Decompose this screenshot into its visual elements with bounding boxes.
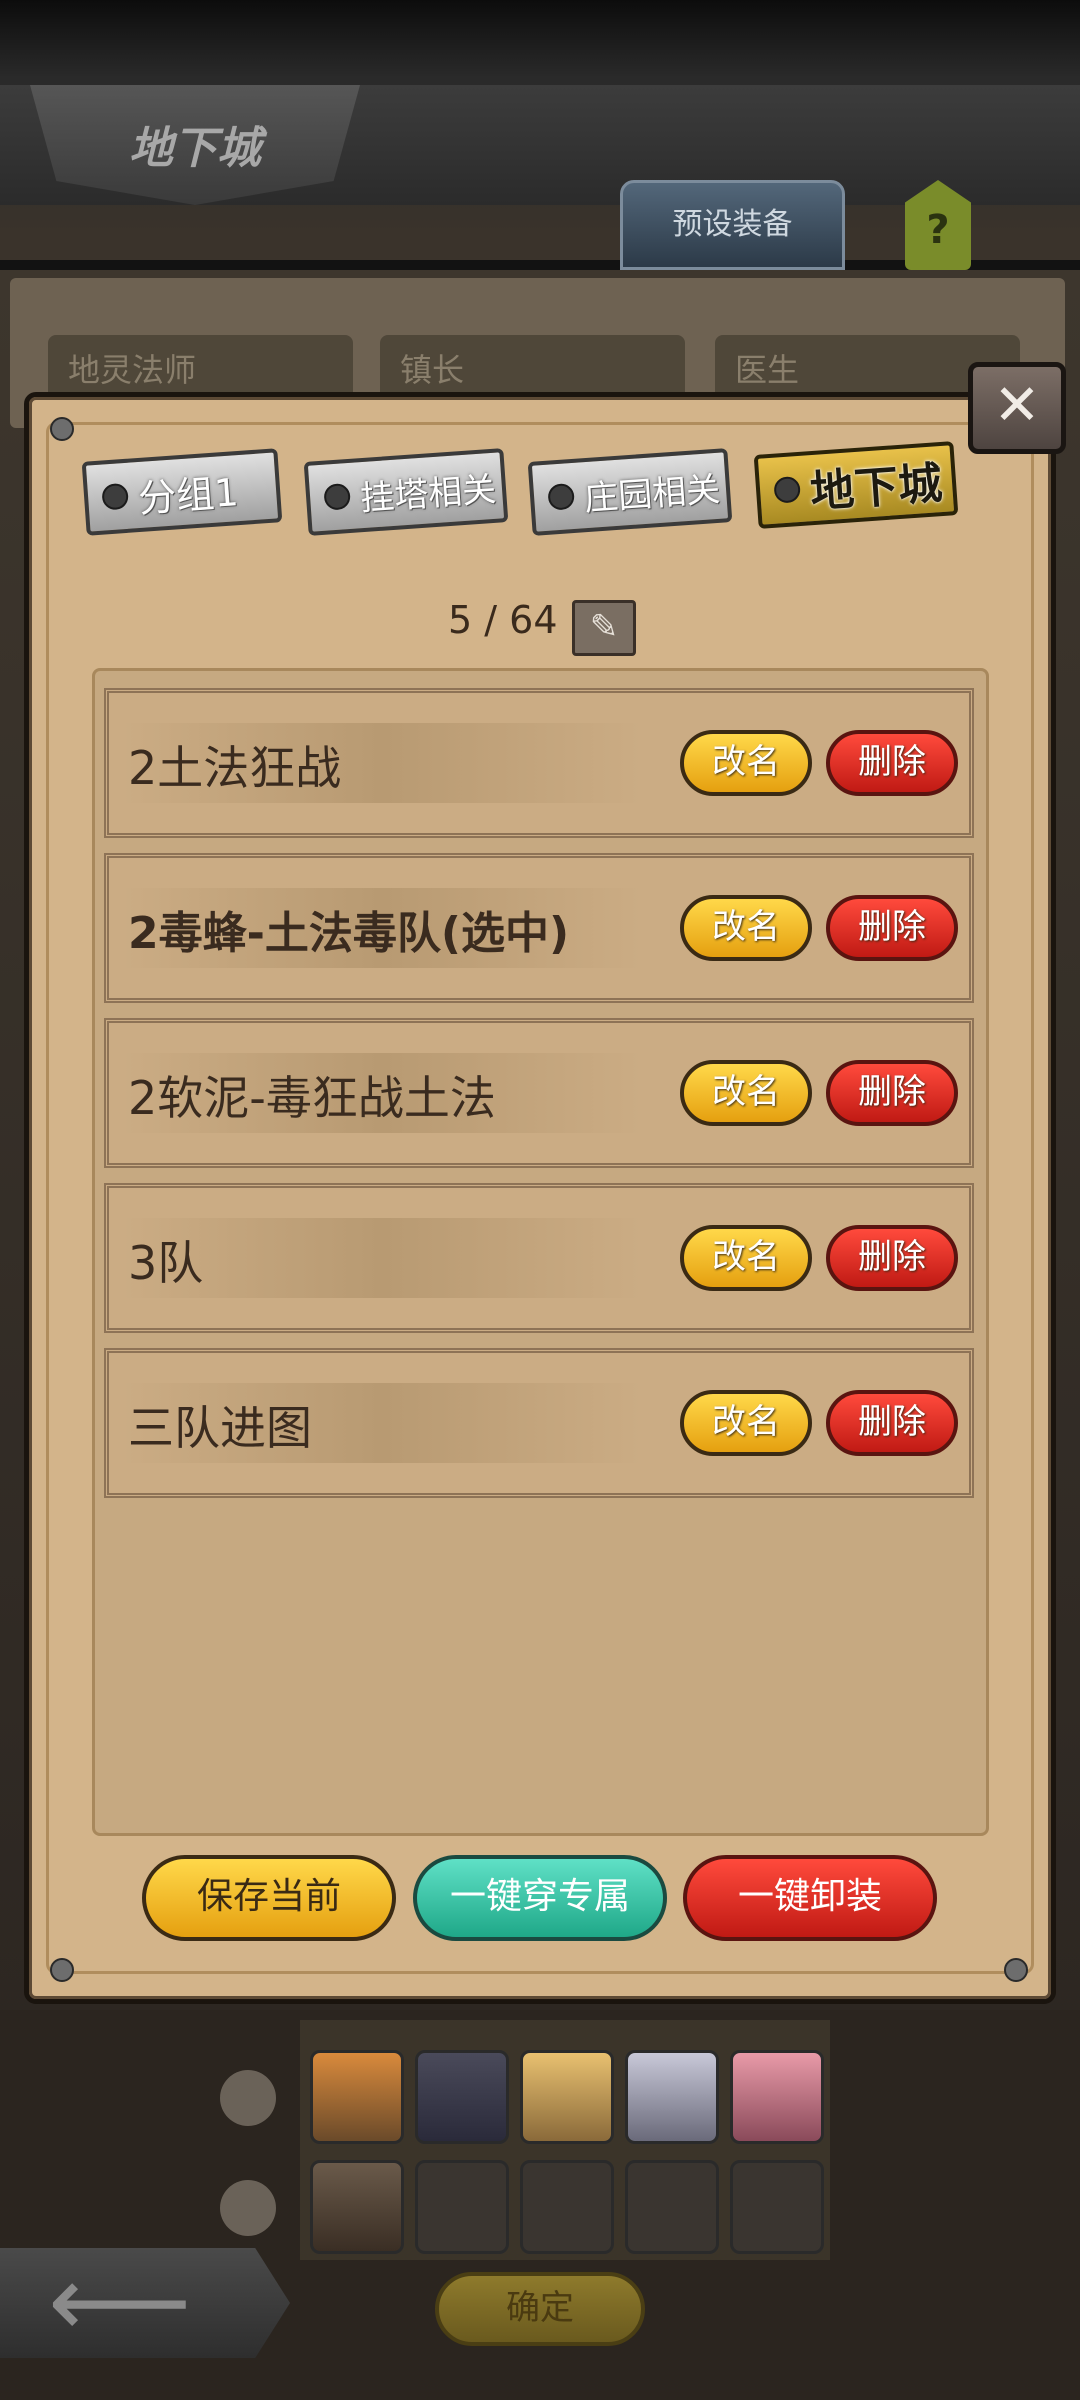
unequip-all-button[interactable]: 一键卸装 xyxy=(683,1855,937,1941)
tab-label: 地下城 xyxy=(808,458,944,519)
confirm-button[interactable]: 确定 xyxy=(435,2272,645,2346)
row-marker xyxy=(220,2070,276,2126)
tab-knob-icon xyxy=(101,482,130,511)
hero-portrait[interactable] xyxy=(730,2050,824,2144)
rename-button[interactable]: 改名 xyxy=(680,895,812,961)
rivet-decoration xyxy=(50,1958,74,1982)
tab-dungeon[interactable]: 地下城 xyxy=(753,441,959,529)
hero-portrait[interactable] xyxy=(310,2050,404,2144)
row-marker xyxy=(220,2180,276,2236)
tab-label: 分组1 xyxy=(136,469,240,521)
rename-button[interactable]: 改名 xyxy=(680,730,812,796)
tab-tower[interactable]: 挂塔相关 xyxy=(303,448,509,536)
back-arrow-icon: ⟵ xyxy=(48,2243,192,2360)
tab-group-1[interactable]: 分组1 xyxy=(81,448,283,536)
rename-button[interactable]: 改名 xyxy=(680,1225,812,1291)
hero-portrait[interactable] xyxy=(415,2050,509,2144)
rename-button[interactable]: 改名 xyxy=(680,1390,812,1456)
equip-exclusive-button[interactable]: 一键穿专属 xyxy=(413,1855,667,1941)
delete-button[interactable]: 删除 xyxy=(826,1060,958,1126)
preset-counter: 5 / 64 xyxy=(448,598,558,642)
edit-icon[interactable]: ✎ xyxy=(572,600,636,656)
tab-label: 挂塔相关 xyxy=(358,469,498,519)
tab-knob-icon xyxy=(323,482,352,511)
empty-hero-slot[interactable] xyxy=(415,2160,509,2254)
rivet-decoration xyxy=(1004,1958,1028,1982)
preset-name: 2土法狂战 xyxy=(128,741,342,795)
empty-hero-slot[interactable] xyxy=(520,2160,614,2254)
tab-manor[interactable]: 庄园相关 xyxy=(527,448,733,536)
rename-button[interactable]: 改名 xyxy=(680,1060,812,1126)
preset-name-selected: 2毒蜂-土法毒队(选中) xyxy=(128,908,570,959)
screen-title: 地下城 xyxy=(129,123,261,174)
tab-knob-icon xyxy=(547,482,576,511)
hero-portrait[interactable] xyxy=(310,2160,404,2254)
delete-button[interactable]: 删除 xyxy=(826,730,958,796)
empty-hero-slot[interactable] xyxy=(625,2160,719,2254)
delete-button[interactable]: 删除 xyxy=(826,1225,958,1291)
preset-equipment-tab[interactable]: 预设装备 xyxy=(620,180,845,270)
delete-button[interactable]: 删除 xyxy=(826,1390,958,1456)
hero-portrait[interactable] xyxy=(520,2050,614,2144)
hero-portrait[interactable] xyxy=(625,2050,719,2144)
tab-label: 庄园相关 xyxy=(582,469,722,519)
save-current-button[interactable]: 保存当前 xyxy=(142,1855,396,1941)
preset-name: 三队进图 xyxy=(128,1401,312,1455)
close-button[interactable]: ✕ xyxy=(968,362,1066,454)
preset-name: 2软泥-毒狂战土法 xyxy=(128,1071,496,1125)
tab-knob-icon xyxy=(773,475,802,504)
rivet-decoration xyxy=(50,417,74,441)
empty-hero-slot[interactable] xyxy=(730,2160,824,2254)
delete-button[interactable]: 删除 xyxy=(826,895,958,961)
preset-name: 3队 xyxy=(128,1236,204,1290)
